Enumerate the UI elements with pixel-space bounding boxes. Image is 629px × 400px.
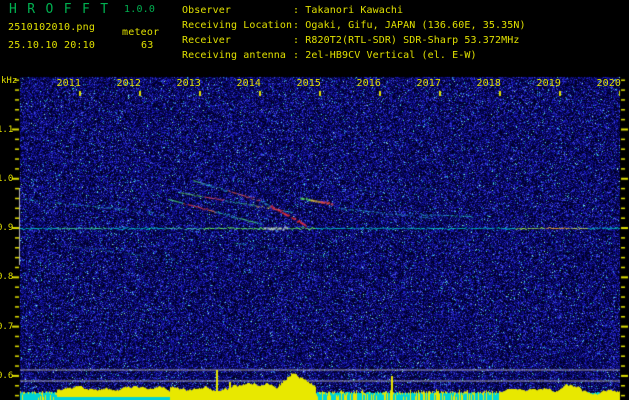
y-axis-label: 1.1 <box>0 124 14 135</box>
station-info-row: Receiving antenna: 2el-HB9CV Vertical (e… <box>182 48 526 63</box>
y-axis-label: 0.6 <box>0 370 14 381</box>
y-axis-label: 0.9 <box>0 223 14 233</box>
station-label: Receiving Location <box>182 20 293 31</box>
x-axis-label: 2018 <box>476 78 501 89</box>
x-axis-label: 2017 <box>416 78 441 89</box>
x-axis-label: 2011 <box>56 78 81 89</box>
station-colon: : <box>293 5 306 16</box>
station-label: Receiving antenna <box>182 50 287 61</box>
station-info-row: Observer: Takanori Kawachi <box>182 3 526 18</box>
capture-datetime: 25.10.10 20:10 <box>8 40 96 51</box>
station-colon: : <box>293 35 306 46</box>
x-axis-label: 2016 <box>356 78 381 89</box>
hrofft-screen: H R O F F T 1.0.0 2510102010.png meteor … <box>0 0 629 400</box>
x-axis-label: 2012 <box>116 78 141 89</box>
x-axis-label: 2015 <box>296 78 321 89</box>
y-axis-label: 0.8 <box>0 272 14 283</box>
y-axis-unit: kHz <box>1 76 18 86</box>
station-value: R820T2(RTL-SDR) SDR-Sharp 53.372MHz <box>305 35 520 46</box>
y-axis-label: 1.0 <box>0 173 14 184</box>
station-info: Observer: Takanori Kawachi Receiving Loca… <box>182 3 526 63</box>
capture-mode: meteor <box>122 27 160 38</box>
station-colon: : <box>293 50 306 61</box>
x-axis-label: 2013 <box>176 78 201 89</box>
station-value: Takanori Kawachi <box>305 5 404 16</box>
station-label: Observer <box>182 5 231 16</box>
x-axis-label: 2019 <box>536 78 561 89</box>
station-info-row: Receiving Location: Ogaki, Gifu, JAPAN (… <box>182 18 526 33</box>
station-value: Ogaki, Gifu, JAPAN (136.60E, 35.35N) <box>305 20 526 31</box>
station-value: 2el-HB9CV Vertical (el. E-W) <box>305 50 477 61</box>
station-label: Receiver <box>182 35 231 46</box>
capture-filename: 2510102010.png <box>8 22 96 33</box>
echo-count: 63 <box>141 40 154 51</box>
x-axis-label: 2020 <box>596 78 621 89</box>
app-version: 1.0.0 <box>124 4 156 15</box>
x-axis-label: 2014 <box>236 78 261 89</box>
station-colon: : <box>293 20 306 31</box>
station-info-row: Receiver: R820T2(RTL-SDR) SDR-Sharp 53.3… <box>182 33 526 48</box>
y-axis-label: 0.7 <box>0 321 14 332</box>
app-title: H R O F F T <box>9 2 110 17</box>
